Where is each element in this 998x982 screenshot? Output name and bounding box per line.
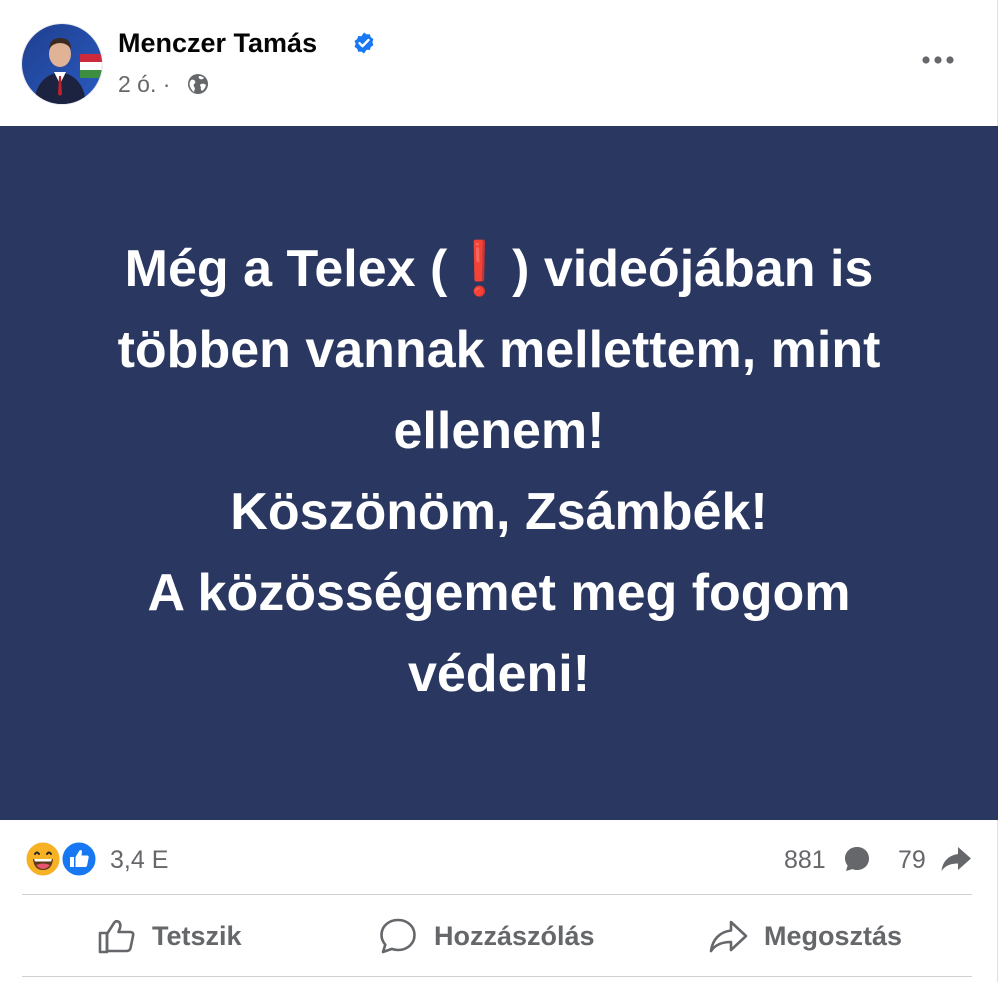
exclamation-emoji: ❗ <box>447 240 513 298</box>
post-time[interactable]: 2 ó. · <box>118 70 170 98</box>
post-text-line: ellenem! <box>393 402 605 460</box>
share-count[interactable]: 79 <box>898 845 926 875</box>
like-label: Tetszik <box>152 920 242 951</box>
post-text-line: többen vannak mellettem, mint <box>117 321 881 379</box>
author-name[interactable]: Menczer Tamás <box>118 26 317 60</box>
post-content[interactable]: Még a Telex (❗) videójában is többen van… <box>0 126 998 820</box>
share-label: Megosztás <box>764 920 903 951</box>
post-text-line: A közösségemet meg fogom <box>147 564 851 622</box>
haha-reaction-icon <box>24 840 62 878</box>
comment-icon <box>845 847 869 871</box>
post-text-line: védeni! <box>407 645 591 703</box>
post-text: Még a Telex (❗) videójában is többen van… <box>49 229 949 715</box>
comment-count[interactable]: 881 <box>784 845 826 875</box>
share-button[interactable]: Megosztás <box>708 902 902 970</box>
comment-icon <box>378 916 418 956</box>
share-icon <box>708 916 748 956</box>
facebook-post: Menczer Tamás 2 ó. · Még a Telex (❗) vid… <box>0 0 998 982</box>
thumbs-up-icon <box>96 916 136 956</box>
more-options-icon[interactable] <box>918 48 958 72</box>
share-icon <box>941 847 971 871</box>
post-text-line: Még a Telex (❗) videójában is <box>124 240 874 298</box>
comment-button[interactable]: Hozzászólás <box>378 902 595 970</box>
reaction-icons[interactable] <box>24 840 100 878</box>
post-text-line: Köszönöm, Zsámbék! <box>230 483 768 541</box>
divider <box>22 894 972 895</box>
avatar[interactable] <box>22 24 102 104</box>
reaction-count[interactable]: 3,4 E <box>110 845 168 875</box>
verified-badge-icon <box>354 32 374 54</box>
globe-icon <box>188 74 208 94</box>
post-header: Menczer Tamás 2 ó. · <box>0 0 998 126</box>
like-button[interactable]: Tetszik <box>96 902 242 970</box>
like-reaction-icon <box>60 840 98 878</box>
divider <box>22 976 972 977</box>
comment-label: Hozzászólás <box>434 920 595 951</box>
